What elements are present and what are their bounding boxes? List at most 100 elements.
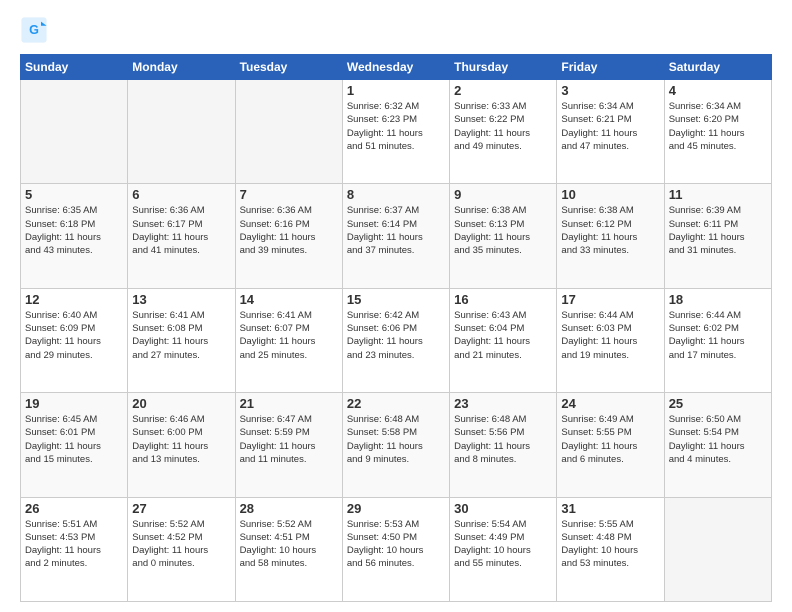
day-info: Sunrise: 5:54 AM Sunset: 4:49 PM Dayligh…	[454, 518, 552, 571]
calendar-cell: 24 Sunrise: 6:49 AM Sunset: 5:55 PM Dayli…	[557, 393, 664, 497]
day-info: Sunrise: 6:46 AM Sunset: 6:00 PM Dayligh…	[132, 413, 230, 466]
day-info: Sunrise: 6:42 AM Sunset: 6:06 PM Dayligh…	[347, 309, 445, 362]
day-number: 22	[347, 396, 445, 411]
calendar-cell: 4 Sunrise: 6:34 AM Sunset: 6:20 PM Daylig…	[664, 80, 771, 184]
day-number: 2	[454, 83, 552, 98]
day-number: 4	[669, 83, 767, 98]
day-info: Sunrise: 6:39 AM Sunset: 6:11 PM Dayligh…	[669, 204, 767, 257]
day-number: 1	[347, 83, 445, 98]
calendar-cell: 26 Sunrise: 5:51 AM Sunset: 4:53 PM Dayli…	[21, 497, 128, 601]
calendar-cell: 22 Sunrise: 6:48 AM Sunset: 5:58 PM Dayli…	[342, 393, 449, 497]
day-info: Sunrise: 5:55 AM Sunset: 4:48 PM Dayligh…	[561, 518, 659, 571]
calendar-cell: 30 Sunrise: 5:54 AM Sunset: 4:49 PM Dayli…	[450, 497, 557, 601]
calendar-cell: 27 Sunrise: 5:52 AM Sunset: 4:52 PM Dayli…	[128, 497, 235, 601]
day-number: 17	[561, 292, 659, 307]
calendar-cell: 2 Sunrise: 6:33 AM Sunset: 6:22 PM Daylig…	[450, 80, 557, 184]
day-number: 14	[240, 292, 338, 307]
calendar-cell: 20 Sunrise: 6:46 AM Sunset: 6:00 PM Dayli…	[128, 393, 235, 497]
calendar-cell: 16 Sunrise: 6:43 AM Sunset: 6:04 PM Dayli…	[450, 288, 557, 392]
day-info: Sunrise: 6:38 AM Sunset: 6:13 PM Dayligh…	[454, 204, 552, 257]
day-number: 19	[25, 396, 123, 411]
calendar-cell: 5 Sunrise: 6:35 AM Sunset: 6:18 PM Daylig…	[21, 184, 128, 288]
day-info: Sunrise: 5:52 AM Sunset: 4:51 PM Dayligh…	[240, 518, 338, 571]
day-info: Sunrise: 6:36 AM Sunset: 6:17 PM Dayligh…	[132, 204, 230, 257]
day-number: 5	[25, 187, 123, 202]
calendar-cell: 15 Sunrise: 6:42 AM Sunset: 6:06 PM Dayli…	[342, 288, 449, 392]
day-info: Sunrise: 5:51 AM Sunset: 4:53 PM Dayligh…	[25, 518, 123, 571]
day-info: Sunrise: 6:44 AM Sunset: 6:02 PM Dayligh…	[669, 309, 767, 362]
day-number: 18	[669, 292, 767, 307]
calendar-cell: 9 Sunrise: 6:38 AM Sunset: 6:13 PM Daylig…	[450, 184, 557, 288]
day-number: 6	[132, 187, 230, 202]
calendar-cell: 29 Sunrise: 5:53 AM Sunset: 4:50 PM Dayli…	[342, 497, 449, 601]
calendar-table: SundayMondayTuesdayWednesdayThursdayFrid…	[20, 54, 772, 602]
day-number: 20	[132, 396, 230, 411]
day-header-wednesday: Wednesday	[342, 55, 449, 80]
calendar-cell: 25 Sunrise: 6:50 AM Sunset: 5:54 PM Dayli…	[664, 393, 771, 497]
calendar-cell: 8Sunrise: 6:37 AM Sunset: 6:14 PM Daylig…	[342, 184, 449, 288]
day-number: 29	[347, 501, 445, 516]
day-info: Sunrise: 6:48 AM Sunset: 5:58 PM Dayligh…	[347, 413, 445, 466]
day-number: 8	[347, 187, 445, 202]
day-info: Sunrise: 6:38 AM Sunset: 6:12 PM Dayligh…	[561, 204, 659, 257]
day-info: Sunrise: 6:33 AM Sunset: 6:22 PM Dayligh…	[454, 100, 552, 153]
calendar-cell: 23 Sunrise: 6:48 AM Sunset: 5:56 PM Dayli…	[450, 393, 557, 497]
day-info: Sunrise: 5:53 AM Sunset: 4:50 PM Dayligh…	[347, 518, 445, 571]
calendar-cell: 12 Sunrise: 6:40 AM Sunset: 6:09 PM Dayli…	[21, 288, 128, 392]
calendar-cell: 31 Sunrise: 5:55 AM Sunset: 4:48 PM Dayli…	[557, 497, 664, 601]
calendar-cell: 1 Sunrise: 6:32 AM Sunset: 6:23 PM Daylig…	[342, 80, 449, 184]
day-number: 7	[240, 187, 338, 202]
day-number: 21	[240, 396, 338, 411]
day-info: Sunrise: 6:34 AM Sunset: 6:20 PM Dayligh…	[669, 100, 767, 153]
day-number: 23	[454, 396, 552, 411]
day-info: Sunrise: 5:52 AM Sunset: 4:52 PM Dayligh…	[132, 518, 230, 571]
day-number: 15	[347, 292, 445, 307]
calendar-cell: 7 Sunrise: 6:36 AM Sunset: 6:16 PM Daylig…	[235, 184, 342, 288]
day-number: 12	[25, 292, 123, 307]
day-number: 31	[561, 501, 659, 516]
day-info: Sunrise: 6:48 AM Sunset: 5:56 PM Dayligh…	[454, 413, 552, 466]
day-number: 13	[132, 292, 230, 307]
day-number: 28	[240, 501, 338, 516]
day-info: Sunrise: 6:35 AM Sunset: 6:18 PM Dayligh…	[25, 204, 123, 257]
day-number: 27	[132, 501, 230, 516]
svg-text:G: G	[29, 23, 39, 37]
day-info: Sunrise: 6:32 AM Sunset: 6:23 PM Dayligh…	[347, 100, 445, 153]
calendar-cell: 3 Sunrise: 6:34 AM Sunset: 6:21 PM Daylig…	[557, 80, 664, 184]
day-number: 11	[669, 187, 767, 202]
day-number: 25	[669, 396, 767, 411]
day-number: 26	[25, 501, 123, 516]
day-info: Sunrise: 6:47 AM Sunset: 5:59 PM Dayligh…	[240, 413, 338, 466]
day-header-thursday: Thursday	[450, 55, 557, 80]
day-number: 16	[454, 292, 552, 307]
day-info: Sunrise: 6:44 AM Sunset: 6:03 PM Dayligh…	[561, 309, 659, 362]
calendar-cell: 19Sunrise: 6:45 AM Sunset: 6:01 PM Dayli…	[21, 393, 128, 497]
day-header-saturday: Saturday	[664, 55, 771, 80]
day-info: Sunrise: 6:40 AM Sunset: 6:09 PM Dayligh…	[25, 309, 123, 362]
calendar-cell	[664, 497, 771, 601]
day-info: Sunrise: 6:36 AM Sunset: 6:16 PM Dayligh…	[240, 204, 338, 257]
calendar-cell: 10 Sunrise: 6:38 AM Sunset: 6:12 PM Dayli…	[557, 184, 664, 288]
day-header-sunday: Sunday	[21, 55, 128, 80]
day-info: Sunrise: 6:43 AM Sunset: 6:04 PM Dayligh…	[454, 309, 552, 362]
day-header-friday: Friday	[557, 55, 664, 80]
calendar-cell	[21, 80, 128, 184]
day-header-monday: Monday	[128, 55, 235, 80]
calendar-cell: 17 Sunrise: 6:44 AM Sunset: 6:03 PM Dayli…	[557, 288, 664, 392]
day-header-tuesday: Tuesday	[235, 55, 342, 80]
day-info: Sunrise: 6:41 AM Sunset: 6:08 PM Dayligh…	[132, 309, 230, 362]
calendar-cell: 21 Sunrise: 6:47 AM Sunset: 5:59 PM Dayli…	[235, 393, 342, 497]
day-number: 3	[561, 83, 659, 98]
logo-icon: G	[20, 16, 48, 44]
day-info: Sunrise: 6:49 AM Sunset: 5:55 PM Dayligh…	[561, 413, 659, 466]
day-info: Sunrise: 6:41 AM Sunset: 6:07 PM Dayligh…	[240, 309, 338, 362]
calendar-cell: 13 Sunrise: 6:41 AM Sunset: 6:08 PM Dayli…	[128, 288, 235, 392]
calendar-cell: 28 Sunrise: 5:52 AM Sunset: 4:51 PM Dayli…	[235, 497, 342, 601]
calendar-cell	[235, 80, 342, 184]
day-number: 9	[454, 187, 552, 202]
day-info: Sunrise: 6:50 AM Sunset: 5:54 PM Dayligh…	[669, 413, 767, 466]
day-info: Sunrise: 6:34 AM Sunset: 6:21 PM Dayligh…	[561, 100, 659, 153]
day-number: 30	[454, 501, 552, 516]
day-number: 10	[561, 187, 659, 202]
day-number: 24	[561, 396, 659, 411]
